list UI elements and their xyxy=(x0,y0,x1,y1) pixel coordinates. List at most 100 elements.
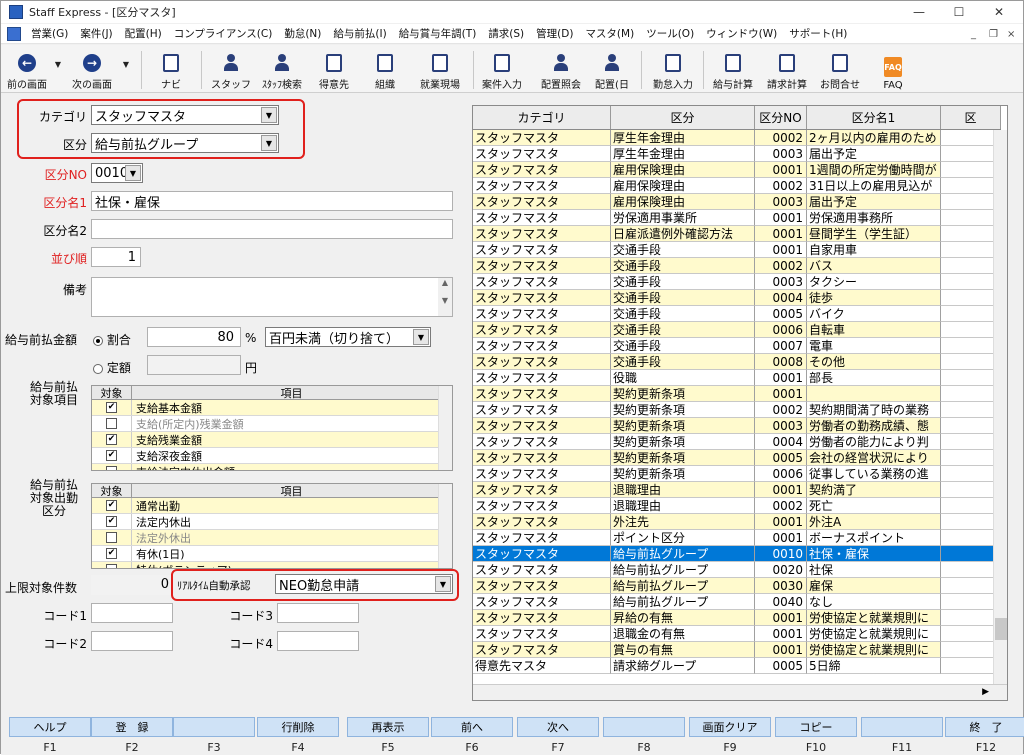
next-screen-button[interactable]: → 次の画面 xyxy=(67,47,117,91)
menu-assign[interactable]: 配置(H) xyxy=(119,26,168,41)
grid-row[interactable]: 得意先マスタ 請求締グループ 0005 5日締 xyxy=(473,658,1001,674)
menu-tools[interactable]: ツール(O) xyxy=(640,26,700,41)
kubun-no-select[interactable]: 0010 ▼ xyxy=(91,163,143,183)
organization-button[interactable]: 組織 xyxy=(365,47,405,91)
attend-row[interactable]: 特休(ボランティア) xyxy=(92,562,452,568)
grid-row[interactable]: スタッフマスタ 給与前払グループ 0010 社保・雇保 xyxy=(473,546,1001,562)
grid-row[interactable]: スタッフマスタ 退職金の有無 0001 労使協定と就業規則に xyxy=(473,626,1001,642)
fkey-f4-button[interactable]: 行削除 xyxy=(257,717,339,737)
kubun-select[interactable]: 給与前払グループ ▼ xyxy=(91,133,279,153)
billing-calc-button[interactable]: 請求計算 xyxy=(761,47,813,91)
grid-row[interactable]: スタッフマスタ 交通手段 0008 その他 xyxy=(473,354,1001,370)
fkey-f12-button[interactable]: 終 了 xyxy=(945,717,1024,737)
attend-row[interactable]: ✔ 通常出勤 xyxy=(92,498,452,514)
realtime-approval-select[interactable]: NEO勤怠申請 ▼ xyxy=(275,574,453,594)
contact-button[interactable]: お問合せ xyxy=(815,47,865,91)
checkbox[interactable]: ✔ xyxy=(106,450,117,461)
code4-field[interactable] xyxy=(277,631,359,651)
fkey-f9-button[interactable]: 画面クリア xyxy=(689,717,771,737)
menu-advance[interactable]: 給与前払(I) xyxy=(327,26,392,41)
checkbox[interactable]: ✔ xyxy=(106,516,117,527)
grid-row[interactable]: スタッフマスタ 交通手段 0003 タクシー xyxy=(473,274,1001,290)
grid-row[interactable]: スタッフマスタ 契約更新条項 0006 従事している業務の進 xyxy=(473,466,1001,482)
menu-compliance[interactable]: コンプライアンス(C) xyxy=(168,26,279,41)
name1-field[interactable]: 社保・雇保 xyxy=(91,191,453,211)
target-attendance-list[interactable]: 対象項目 ✔ 通常出勤 ✔ 法定内休出法定外休出 ✔ 有休(1日)特休(ボランティア) xyxy=(91,483,453,569)
menu-case[interactable]: 案件(J) xyxy=(74,26,118,41)
menu-master[interactable]: マスタ(M) xyxy=(579,26,640,41)
fkey-f10-button[interactable]: コピー xyxy=(775,717,857,737)
item-row[interactable]: 支給法定内休出金額 xyxy=(92,464,452,470)
grid-row[interactable]: スタッフマスタ 外注先 0001 外注A xyxy=(473,514,1001,530)
grid-header-name1[interactable]: 区分名1 xyxy=(807,106,941,129)
menu-support[interactable]: サポート(H) xyxy=(783,26,853,41)
case-input-button[interactable]: 案件入力 xyxy=(477,47,527,91)
checkbox[interactable] xyxy=(106,418,117,429)
grid-row[interactable]: スタッフマスタ 給与前払グループ 0040 なし xyxy=(473,594,1001,610)
code2-field[interactable] xyxy=(91,631,173,651)
kubun-grid[interactable]: カテゴリ 区分 区分NO 区分名1 区 スタッフマスタ 厚生年金理由 0002 2ヶ月… xyxy=(472,105,1008,701)
fkey-f3-button[interactable] xyxy=(173,717,255,737)
next-dropdown-button[interactable]: ▼ xyxy=(121,47,131,91)
prev-dropdown-button[interactable]: ▼ xyxy=(53,47,63,91)
checkbox[interactable]: ✔ xyxy=(106,548,117,559)
grid-horizontal-scrollbar[interactable]: ▶ xyxy=(473,684,1007,700)
grid-row[interactable]: スタッフマスタ 契約更新条項 0005 会社の経営状況により xyxy=(473,450,1001,466)
grid-row[interactable]: スタッフマスタ 雇用保険理由 0002 31日以上の雇用見込が xyxy=(473,178,1001,194)
note-textarea[interactable]: ▲ ▼ xyxy=(91,277,453,317)
grid-header-kubun[interactable]: 区分 xyxy=(611,106,755,129)
grid-row[interactable]: スタッフマスタ 交通手段 0006 自転車 xyxy=(473,322,1001,338)
attend-row[interactable]: ✔ 法定内休出 xyxy=(92,514,452,530)
staff-button[interactable]: スタッフ xyxy=(209,47,253,91)
payroll-calc-button[interactable]: 給与計算 xyxy=(707,47,759,91)
work-site-button[interactable]: 就業現場 xyxy=(413,47,467,91)
prev-screen-button[interactable]: ← 前の画面 xyxy=(5,47,49,91)
grid-scroll-thumb[interactable] xyxy=(995,618,1007,640)
menu-window[interactable]: ウィンドウ(W) xyxy=(700,26,783,41)
menu-billing[interactable]: 請求(S) xyxy=(482,26,530,41)
menu-admin[interactable]: 管理(D) xyxy=(530,26,579,41)
grid-row[interactable]: スタッフマスタ 雇用保険理由 0001 1週間の所定労働時間が xyxy=(473,162,1001,178)
grid-row[interactable]: スタッフマスタ 契約更新条項 0003 労働者の勤務成績、態 xyxy=(473,418,1001,434)
grid-row[interactable]: スタッフマスタ 交通手段 0002 バス xyxy=(473,258,1001,274)
note-scrollbar[interactable]: ▲ ▼ xyxy=(438,278,452,316)
checkbox[interactable] xyxy=(106,466,117,470)
client-button[interactable]: 得意先 xyxy=(311,47,357,91)
grid-row[interactable]: スタッフマスタ 交通手段 0007 電車 xyxy=(473,338,1001,354)
grid-row[interactable]: スタッフマスタ 交通手段 0004 徒歩 xyxy=(473,290,1001,306)
menu-sales[interactable]: 営業(G) xyxy=(25,26,74,41)
grid-row[interactable]: スタッフマスタ 給与前払グループ 0030 雇保 xyxy=(473,578,1001,594)
checkbox[interactable]: ✔ xyxy=(106,434,117,445)
attendance-input-button[interactable]: 勤怠入力 xyxy=(647,47,699,91)
fkey-f6-button[interactable]: 前へ xyxy=(431,717,513,737)
grid-header-kubun-no[interactable]: 区分NO xyxy=(755,106,807,129)
grid-row[interactable]: スタッフマスタ 退職理由 0001 契約満了 xyxy=(473,482,1001,498)
faq-button[interactable]: FAQ FAQ xyxy=(871,47,915,91)
fkey-f11-button[interactable] xyxy=(861,717,943,737)
grid-row[interactable]: スタッフマスタ 退職理由 0002 死亡 xyxy=(473,498,1001,514)
menu-payroll[interactable]: 給与賞与年調(T) xyxy=(393,26,483,41)
target-items-list[interactable]: 対象項目 ✔ 支給基本金額支給(所定内)残業金額 ✔ 支給残業金額 ✔ 支給深夜金額支給法… xyxy=(91,385,453,471)
close-button[interactable]: ✕ xyxy=(979,1,1019,23)
grid-row[interactable]: スタッフマスタ 役職 0001 部長 xyxy=(473,370,1001,386)
mdi-close-button[interactable]: × xyxy=(1007,24,1015,44)
rounding-select[interactable]: 百円未満（切り捨て） ▼ xyxy=(265,327,431,347)
category-select[interactable]: スタッフマスタ ▼ xyxy=(91,105,279,125)
grid-row[interactable]: スタッフマスタ 給与前払グループ 0020 社保 xyxy=(473,562,1001,578)
mdi-minimize-button[interactable]: _ xyxy=(971,24,976,44)
grid-row[interactable]: スタッフマスタ 労保適用事業所 0001 労保適用事務所 xyxy=(473,210,1001,226)
item-row[interactable]: ✔ 支給基本金額 xyxy=(92,400,452,416)
attendance-scrollbar[interactable] xyxy=(438,484,452,568)
checkbox[interactable]: ✔ xyxy=(106,500,117,511)
ratio-radio[interactable]: 割合 xyxy=(93,331,131,348)
fkey-f7-button[interactable]: 次へ xyxy=(517,717,599,737)
name2-field[interactable] xyxy=(91,219,453,239)
grid-header-category[interactable]: カテゴリ xyxy=(473,106,611,129)
fixed-amount-field[interactable] xyxy=(147,355,241,375)
grid-row[interactable]: スタッフマスタ 厚生年金理由 0002 2ヶ月以内の雇用のため xyxy=(473,130,1001,146)
fkey-f2-button[interactable]: 登 録 xyxy=(91,717,173,737)
code1-field[interactable] xyxy=(91,603,173,623)
maximize-button[interactable]: ☐ xyxy=(939,1,979,23)
fkey-f8-button[interactable] xyxy=(603,717,685,737)
grid-row[interactable]: スタッフマスタ 交通手段 0005 バイク xyxy=(473,306,1001,322)
